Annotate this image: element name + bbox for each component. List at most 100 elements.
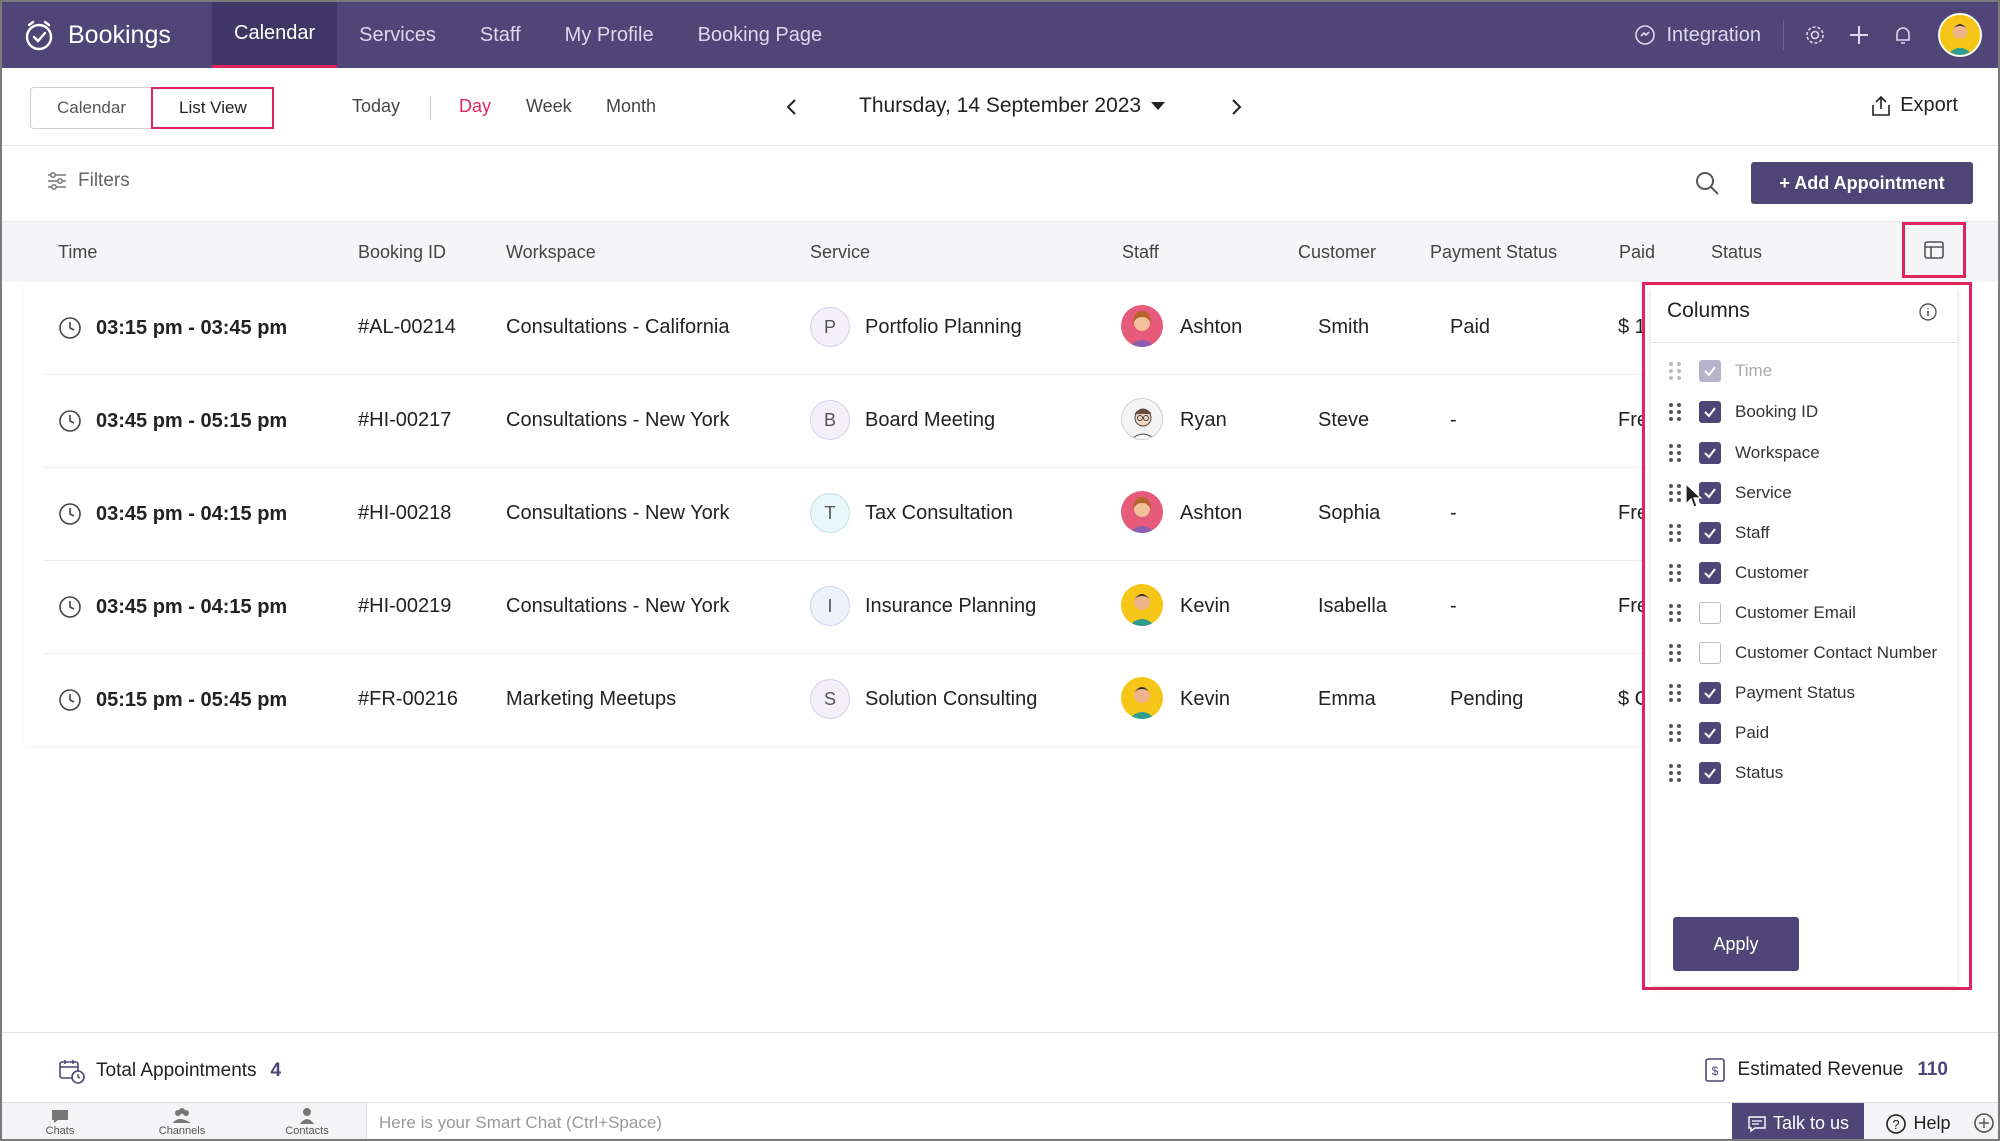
columns-panel-body: Columns Time Booking ID Workspace Service St… <box>1651 287 1957 985</box>
contacts-button[interactable]: Contacts <box>257 1105 357 1137</box>
brand[interactable]: Bookings <box>2 2 212 68</box>
column-checkbox[interactable] <box>1699 442 1721 464</box>
column-checkbox[interactable] <box>1699 642 1721 664</box>
column-settings-button[interactable] <box>1902 222 1966 278</box>
column-option-customer[interactable]: Customer <box>1669 553 1949 593</box>
table-row[interactable]: 03:45 pm - 05:15 pm #HI-00217 Consultati… <box>44 375 1648 468</box>
column-option-booking-id[interactable]: Booking ID <box>1669 392 1949 432</box>
period-week[interactable]: Week <box>526 96 572 117</box>
drag-handle-icon[interactable] <box>1669 401 1683 423</box>
column-option-service[interactable]: Service <box>1669 473 1949 513</box>
next-date-icon[interactable] <box>1224 94 1248 120</box>
checkmark-icon <box>1704 488 1716 499</box>
column-header-staff[interactable]: Staff <box>1122 242 1159 263</box>
column-header-status[interactable]: Status <box>1711 242 1762 263</box>
table-row[interactable]: 03:15 pm - 03:45 pm #AL-00214 Consultati… <box>44 282 1646 375</box>
column-checkbox[interactable] <box>1699 602 1721 624</box>
view-list-button[interactable]: List View <box>151 87 274 129</box>
column-option-payment-status[interactable]: Payment Status <box>1669 673 1949 713</box>
service-avatar: B <box>810 400 850 440</box>
customer: Steve <box>1318 409 1370 431</box>
contacts-label: Contacts <box>285 1125 329 1137</box>
drag-handle-icon[interactable] <box>1669 562 1683 584</box>
notification-bell-icon[interactable] <box>1890 22 1916 48</box>
column-checkbox <box>1699 360 1721 382</box>
column-checkbox[interactable] <box>1699 722 1721 744</box>
column-checkbox[interactable] <box>1699 401 1721 423</box>
column-header-payment-status[interactable]: Payment Status <box>1430 242 1557 263</box>
column-header-service[interactable]: Service <box>810 242 870 263</box>
column-option-customer-contact-number[interactable]: Customer Contact Number <box>1669 633 1949 673</box>
column-header-time[interactable]: Time <box>58 242 97 263</box>
column-option-customer-email[interactable]: Customer Email <box>1669 593 1949 633</box>
drag-handle-icon[interactable] <box>1669 442 1683 464</box>
drag-handle-icon[interactable] <box>1669 482 1683 504</box>
drag-handle-icon[interactable] <box>1669 602 1683 624</box>
apply-button[interactable]: Apply <box>1673 917 1799 971</box>
export-button[interactable]: Export <box>1870 94 1958 117</box>
channels-button[interactable]: Channels <box>132 1105 232 1137</box>
column-checkbox[interactable] <box>1699 562 1721 584</box>
bookings-logo-icon <box>25 20 53 51</box>
search-icon[interactable] <box>1694 170 1720 196</box>
support-icon[interactable] <box>1972 1111 1996 1135</box>
user-avatar[interactable] <box>1938 13 1982 57</box>
clock-icon <box>59 689 81 711</box>
drag-handle-icon[interactable] <box>1669 642 1683 664</box>
column-checkbox[interactable] <box>1699 522 1721 544</box>
column-header-booking-id[interactable]: Booking ID <box>358 242 446 263</box>
period-day[interactable]: Day <box>459 96 491 117</box>
checkmark-icon <box>1704 366 1716 377</box>
chats-button[interactable]: Chats <box>10 1105 110 1137</box>
info-icon[interactable] <box>1917 301 1939 323</box>
time-cell: 05:15 pm - 05:45 pm <box>58 688 287 712</box>
staff-avatar <box>1121 677 1163 719</box>
today-button[interactable]: Today <box>352 96 400 117</box>
estimated-revenue-value: 110 <box>1917 1059 1948 1080</box>
integration-link[interactable]: Integration <box>1634 20 1784 50</box>
nav-tab-staff[interactable]: Staff <box>458 2 543 68</box>
table-row[interactable]: 03:45 pm - 04:15 pm #HI-00219 Consultati… <box>44 561 1648 654</box>
view-calendar-button[interactable]: Calendar <box>31 88 152 128</box>
table-row[interactable]: 05:15 pm - 05:45 pm #FR-00216 Marketing … <box>44 654 1649 747</box>
table-row[interactable]: 03:45 pm - 04:15 pm #HI-00218 Consultati… <box>44 468 1648 561</box>
staff-avatar <box>1121 305 1163 347</box>
column-option-workspace[interactable]: Workspace <box>1669 433 1949 473</box>
column-checkbox[interactable] <box>1699 682 1721 704</box>
help-button[interactable]: ? Help <box>1868 1103 1968 1139</box>
filters-button[interactable]: Filters <box>46 170 130 192</box>
drag-handle-icon[interactable] <box>1669 682 1683 704</box>
column-header-customer[interactable]: Customer <box>1298 242 1376 263</box>
talk-to-us-button[interactable]: Talk to us <box>1732 1103 1864 1139</box>
staff-name: Kevin <box>1180 688 1231 710</box>
column-option-label: Customer <box>1735 563 1809 582</box>
drag-handle-icon[interactable] <box>1669 762 1683 784</box>
column-option-staff[interactable]: Staff <box>1669 513 1949 553</box>
date-picker[interactable]: Thursday, 14 September 2023 <box>859 94 1166 118</box>
settings-icon[interactable] <box>1802 22 1828 48</box>
nav-tab-services[interactable]: Services <box>337 2 458 68</box>
column-header-workspace[interactable]: Workspace <box>506 242 596 263</box>
time-cell: 03:45 pm - 05:15 pm <box>58 409 287 433</box>
drag-handle-icon[interactable] <box>1669 722 1683 744</box>
nav-tab-calendar[interactable]: Calendar <box>212 2 338 68</box>
export-label: Export <box>1900 94 1958 116</box>
smart-chat-input[interactable]: Here is your Smart Chat (Ctrl+Space) <box>366 1103 1732 1139</box>
column-option-status[interactable]: Status <box>1669 753 1949 793</box>
column-option-label: Paid <box>1735 723 1770 742</box>
add-icon[interactable] <box>1846 22 1872 48</box>
add-appointment-button[interactable]: + Add Appointment <box>1751 162 1973 204</box>
checkmark-icon <box>1704 688 1716 699</box>
columns-panel-title: Columns <box>1667 299 1750 322</box>
column-header-paid[interactable]: Paid <box>1619 242 1655 263</box>
top-navigation-bar: Bookings Calendar Services Staff My Prof… <box>2 2 1998 68</box>
nav-tab-booking-page[interactable]: Booking Page <box>676 2 845 68</box>
staff-avatar <box>1121 398 1163 440</box>
workspace: Consultations - New York <box>506 595 730 617</box>
previous-date-icon[interactable] <box>780 94 804 120</box>
nav-tab-my-profile[interactable]: My Profile <box>543 2 676 68</box>
column-option-paid[interactable]: Paid <box>1669 713 1949 753</box>
drag-handle-icon[interactable] <box>1669 522 1683 544</box>
period-month[interactable]: Month <box>606 96 656 117</box>
column-checkbox[interactable] <box>1699 762 1721 784</box>
